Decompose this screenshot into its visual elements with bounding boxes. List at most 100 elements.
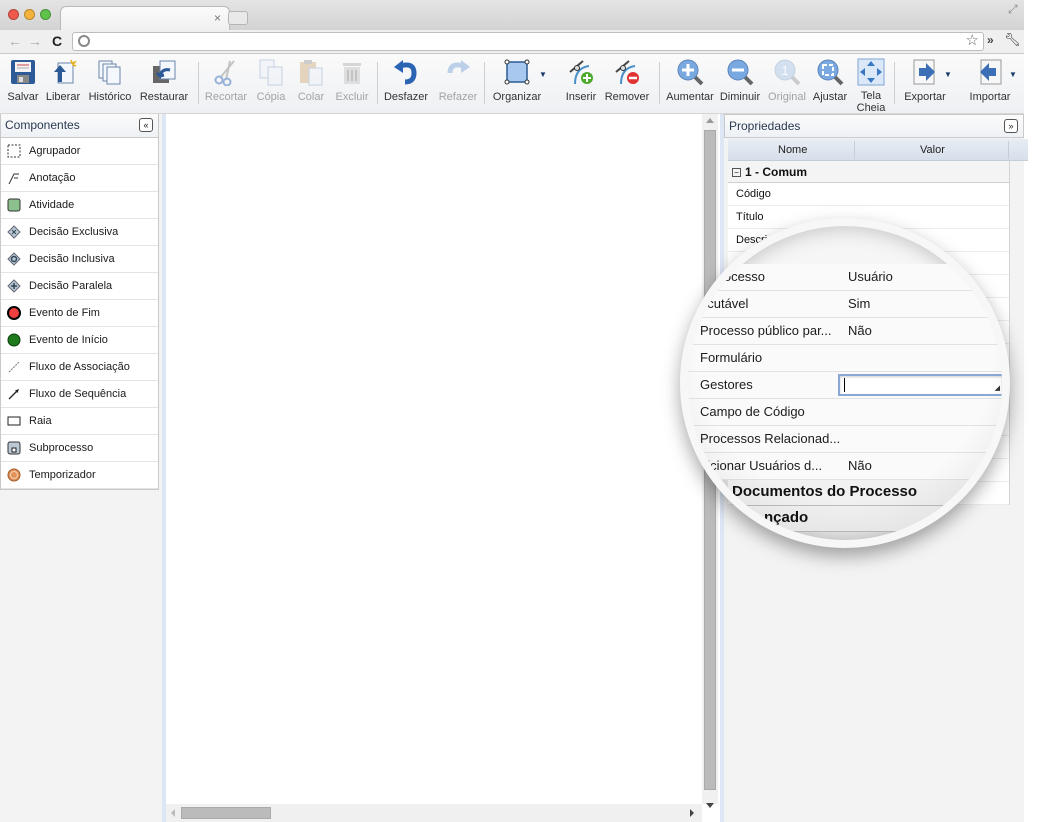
- column-header-name[interactable]: Nome: [778, 144, 807, 156]
- gestores-input[interactable]: ◢: [838, 374, 1002, 396]
- toolbar-button-label: Excluir: [335, 91, 369, 103]
- toolbar-button-copia[interactable]: Cópia: [254, 58, 288, 103]
- component-item[interactable]: Fluxo de Associação: [1, 354, 158, 381]
- property-name: e Processo: [700, 269, 766, 284]
- magnified-property-row[interactable]: e Processo Usuário: [688, 264, 1002, 291]
- component-item[interactable]: Fluxo de Sequência: [1, 381, 158, 408]
- property-name: Título: [736, 211, 764, 223]
- diagram-canvas[interactable]: [162, 114, 720, 822]
- toolbar-button-restaurar[interactable]: Restaurar: [137, 58, 191, 103]
- magnified-property-row[interactable]: Formulário: [688, 345, 1002, 372]
- horizontal-scroll-thumb[interactable]: [181, 807, 271, 819]
- toolbar-button-diminuir[interactable]: Diminuir: [719, 58, 761, 103]
- forward-button[interactable]: →: [28, 33, 42, 49]
- toolbar-button-ajustar[interactable]: Ajustar: [811, 58, 849, 103]
- toolbar-button-label: Liberar: [45, 91, 81, 103]
- magnified-property-group[interactable]: nçado: [728, 506, 1002, 532]
- group-icon: [7, 144, 21, 158]
- toolbar-button-original[interactable]: 1 Original: [766, 58, 808, 103]
- component-item[interactable]: Evento de Fim: [1, 300, 158, 327]
- back-button[interactable]: ←: [8, 33, 22, 49]
- component-item[interactable]: Decisão Exclusiva: [1, 219, 158, 246]
- dropdown-arrow-icon[interactable]: ▼: [944, 70, 952, 79]
- dropdown-arrow-icon[interactable]: ▼: [539, 70, 547, 79]
- toolbar-button-importar[interactable]: Importar: [965, 58, 1015, 103]
- wrench-menu-icon[interactable]: 🔧︎: [1004, 32, 1021, 48]
- scroll-down-arrow-icon[interactable]: [706, 803, 714, 808]
- toolbar-button-aumentar[interactable]: Aumentar: [664, 58, 716, 103]
- toolbar-button-historico[interactable]: Histórico: [86, 58, 134, 103]
- new-tab-button[interactable]: [228, 11, 248, 25]
- scroll-left-arrow-icon[interactable]: [171, 809, 175, 817]
- resize-grip-icon[interactable]: ◢: [995, 384, 1000, 392]
- component-item[interactable]: Decisão Paralela: [1, 273, 158, 300]
- magnified-property-row[interactable]: Processos Relacionad...: [688, 426, 1002, 453]
- toolbar-button-exportar[interactable]: Exportar: [900, 58, 950, 103]
- magnifier-overlay: e Processo Usuário ecutável Sim Processo púb…: [680, 218, 1010, 548]
- canvas-horizontal-scrollbar[interactable]: [166, 804, 702, 822]
- toolbar-button-desfazer[interactable]: Desfazer: [382, 58, 430, 103]
- scroll-right-arrow-icon[interactable]: [690, 809, 694, 817]
- zoom-in-icon: [675, 58, 705, 88]
- history-icon: [95, 58, 125, 88]
- expand-panel-button[interactable]: »: [1004, 119, 1018, 133]
- tab-close-icon[interactable]: ×: [214, 11, 221, 25]
- property-name: Processos Relacionad...: [700, 431, 841, 446]
- toolbar-button-organizar[interactable]: Organizar: [489, 58, 545, 103]
- reload-button[interactable]: C: [52, 33, 62, 49]
- browser-toolbar: ← → C ☆ » 🔧︎: [0, 30, 1024, 54]
- magnified-property-group[interactable]: + Documentos do Processo: [726, 480, 1002, 506]
- magnified-property-row[interactable]: dicionar Usuários d... Não: [688, 453, 1002, 480]
- subprocess-icon: [7, 441, 21, 455]
- toolbar-button-recortar[interactable]: Recortar: [202, 58, 250, 103]
- toolbar-button-liberar[interactable]: Liberar: [44, 58, 82, 103]
- component-item[interactable]: Subprocesso: [1, 435, 158, 462]
- browser-tab[interactable]: ×: [60, 6, 230, 32]
- components-panel-title: Componentes: [5, 118, 80, 132]
- component-label: Agrupador: [29, 145, 81, 157]
- address-bar[interactable]: ☆: [72, 32, 984, 51]
- toolbar-button-tela-cheia[interactable]: Tela Cheia: [852, 58, 890, 114]
- property-value: Usuário: [848, 269, 893, 284]
- toolbar-button-excluir[interactable]: Excluir: [333, 58, 371, 103]
- timer-icon: [7, 468, 21, 482]
- toolbar-button-remover[interactable]: Remover: [603, 58, 651, 103]
- magnified-property-row[interactable]: Processo público par... Não: [688, 318, 1002, 345]
- toolbar-button-colar[interactable]: Colar: [294, 58, 328, 103]
- scroll-up-arrow-icon[interactable]: [706, 118, 714, 123]
- property-group-comum[interactable]: −1 - Comum: [728, 161, 1009, 183]
- component-label: Raia: [29, 415, 52, 427]
- extensions-chevron-icon[interactable]: »: [987, 33, 994, 47]
- column-divider[interactable]: [854, 141, 855, 159]
- group-label: nçado: [764, 509, 809, 526]
- toolbar-button-label: Colar: [297, 91, 325, 103]
- component-item[interactable]: Agrupador: [1, 138, 158, 165]
- collapse-panel-button[interactable]: «: [139, 118, 153, 132]
- collapse-group-icon[interactable]: −: [732, 168, 741, 177]
- dropdown-arrow-icon[interactable]: ▼: [1009, 70, 1017, 79]
- property-row[interactable]: Código: [728, 183, 1009, 206]
- component-item[interactable]: Temporizador: [1, 462, 158, 489]
- property-value: Sim: [848, 296, 871, 311]
- component-item[interactable]: Anotação: [1, 165, 158, 192]
- zoom-window-button[interactable]: [40, 9, 51, 20]
- column-header-value[interactable]: Valor: [920, 144, 945, 156]
- fullscreen-toggle-icon[interactable]: ⤢: [1008, 2, 1018, 17]
- component-item[interactable]: Raia: [1, 408, 158, 435]
- minimize-window-button[interactable]: [24, 9, 35, 20]
- column-divider[interactable]: [1008, 141, 1009, 159]
- toolbar-button-inserir[interactable]: Inserir: [562, 58, 600, 103]
- component-item[interactable]: Atividade: [1, 192, 158, 219]
- close-window-button[interactable]: [8, 9, 19, 20]
- paste-icon: [296, 58, 326, 88]
- toolbar-button-label: Organizar: [492, 91, 542, 103]
- toolbar-button-salvar[interactable]: Salvar: [4, 58, 42, 103]
- toolbar-button-refazer[interactable]: Refazer: [434, 58, 482, 103]
- magnified-property-row[interactable]: ecutável Sim: [688, 291, 1002, 318]
- bookmark-star-icon[interactable]: ☆: [966, 31, 979, 49]
- component-item[interactable]: Evento de Início: [1, 327, 158, 354]
- magnified-property-row[interactable]: Gestores ◢: [688, 372, 1002, 399]
- start-event-icon: [7, 333, 21, 347]
- component-item[interactable]: Decisão Inclusiva: [1, 246, 158, 273]
- magnified-property-row[interactable]: Campo de Código: [688, 399, 1002, 426]
